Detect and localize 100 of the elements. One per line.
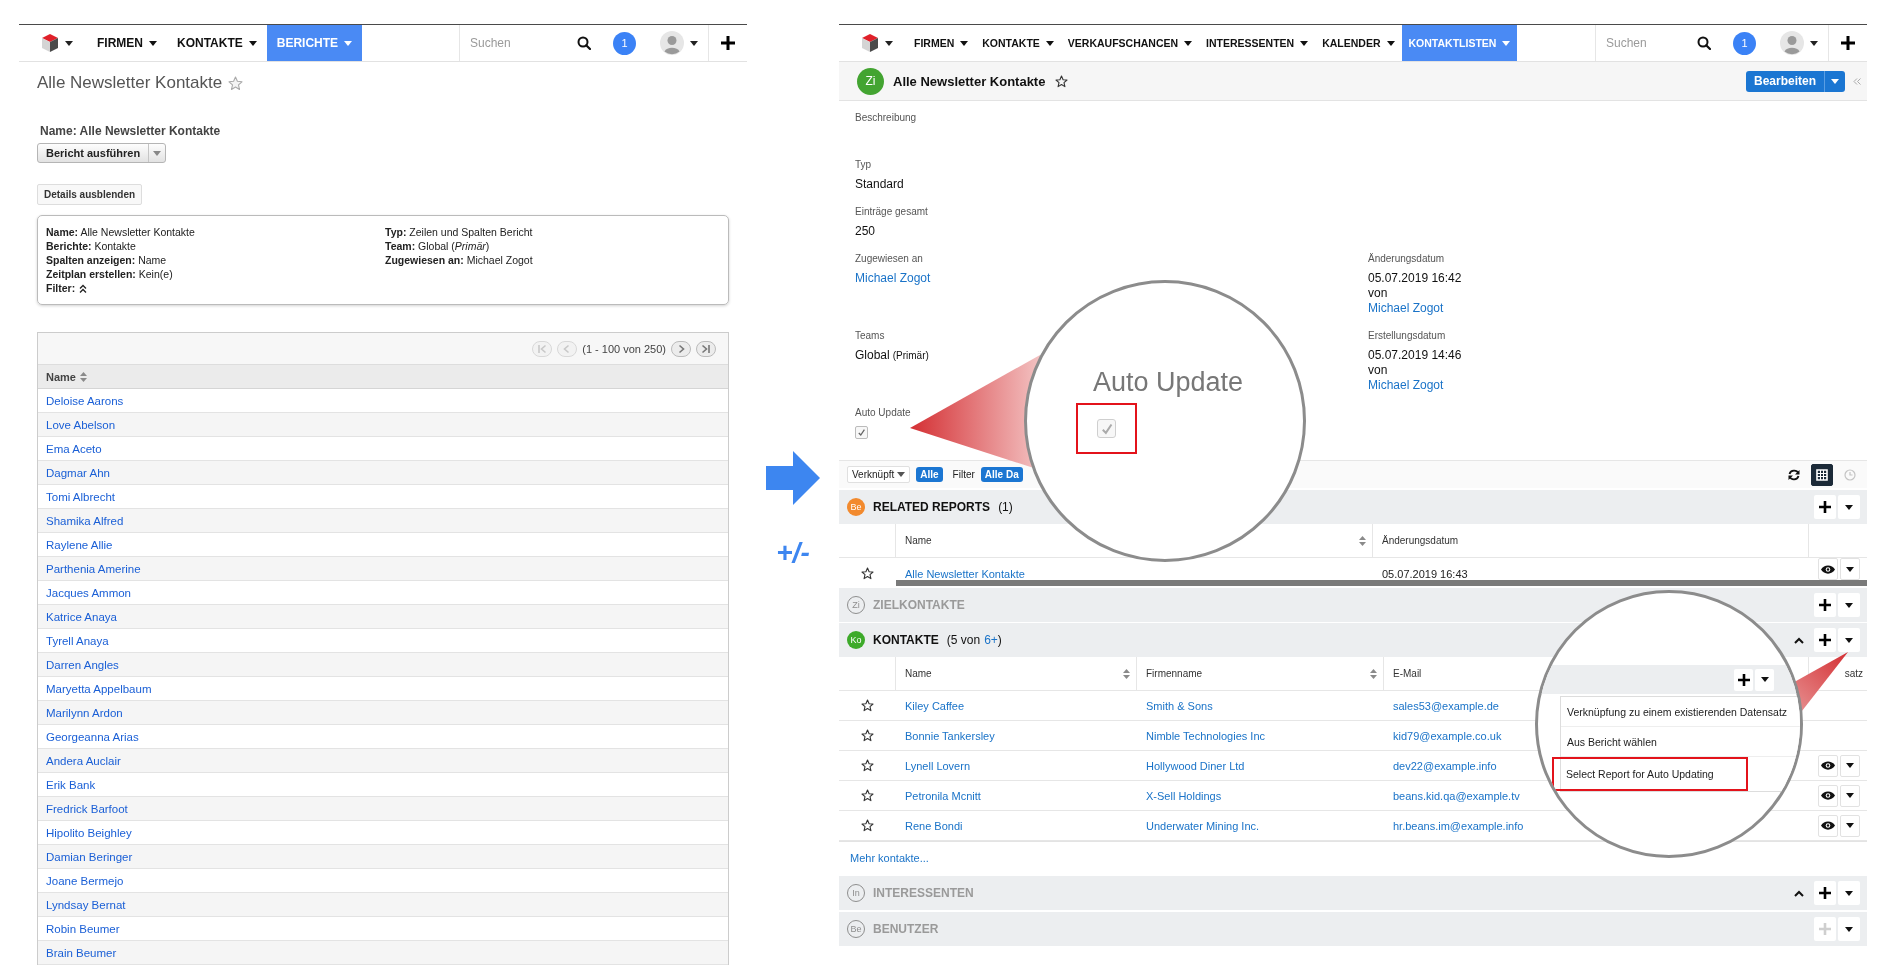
contact-link[interactable]: Deloise Aarons xyxy=(46,394,124,407)
edit-split-button[interactable]: Bearbeiten xyxy=(1745,70,1845,92)
column-header[interactable]: Name xyxy=(46,370,87,383)
record-link[interactable]: Petronila Mcnitt xyxy=(905,789,981,802)
row-menu-button[interactable] xyxy=(1840,558,1860,580)
search-field[interactable]: Suchen xyxy=(470,36,571,50)
contact-link[interactable]: Shamika Alfred xyxy=(46,514,124,527)
linked-value-tag[interactable]: Alle xyxy=(916,467,943,482)
contact-link[interactable]: Maryetta Appelbaum xyxy=(46,682,152,695)
menu-item[interactable]: Aus Bericht wählen xyxy=(1561,727,1800,757)
nav-tab[interactable]: VERKAUFSCHANCEN xyxy=(1060,25,1200,61)
column-header[interactable]: Änderungsdatum xyxy=(1382,535,1459,546)
record-link[interactable]: X-Sell Holdings xyxy=(1146,789,1222,802)
nav-tab[interactable]: FIRMEN xyxy=(907,25,976,61)
dropdown-button[interactable] xyxy=(1838,628,1860,652)
user-link[interactable]: Michael Zogot xyxy=(855,271,931,286)
record-link[interactable]: Smith & Sons xyxy=(1146,699,1213,712)
contact-link[interactable]: Erik Bank xyxy=(46,778,96,791)
linked-filter-button[interactable]: Verknüpft xyxy=(847,466,911,483)
preview-button[interactable] xyxy=(1818,558,1838,580)
notification-badge[interactable]: 1 xyxy=(1733,31,1756,55)
contact-link[interactable]: Ema Aceto xyxy=(46,442,102,455)
dropdown-button[interactable] xyxy=(1838,495,1860,519)
record-link[interactable]: Underwater Mining Inc. xyxy=(1146,819,1260,832)
record-link[interactable]: Nimble Technologies Inc xyxy=(1146,729,1266,742)
contact-link[interactable]: Joane Bermejo xyxy=(46,874,124,887)
contact-link[interactable]: Tyrell Anaya xyxy=(46,634,109,647)
contact-link[interactable]: Robin Beumer xyxy=(46,922,120,935)
dropdown-button[interactable] xyxy=(1838,881,1860,905)
run-report-button[interactable]: Bericht ausführen xyxy=(38,144,149,162)
split-button[interactable]: Bericht ausführen xyxy=(37,143,167,163)
add-button[interactable] xyxy=(1814,495,1836,519)
record-link[interactable]: hr.beans.im@example.info xyxy=(1393,819,1524,832)
menu-item[interactable]: Select Report for Auto Updating xyxy=(1552,757,1748,791)
record-link[interactable]: Lynell Lovern xyxy=(905,759,971,772)
next-page-icon[interactable] xyxy=(671,340,691,357)
add-button[interactable] xyxy=(1814,593,1836,617)
contact-link[interactable]: Georgeanna Arias xyxy=(46,730,139,743)
count-link[interactable]: 6+ xyxy=(984,633,998,647)
contact-link[interactable]: Raylene Allie xyxy=(46,538,113,551)
checkbox[interactable] xyxy=(1097,419,1116,438)
nav-tab[interactable]: KONTAKTE xyxy=(167,25,267,61)
record-link[interactable]: Alle Newsletter Kontakte xyxy=(905,568,1025,580)
horizontal-scrollbar[interactable] xyxy=(896,580,1867,586)
notification-badge[interactable]: 1 xyxy=(613,31,636,55)
dropdown-button[interactable] xyxy=(1838,593,1860,617)
add-button[interactable] xyxy=(1814,881,1836,905)
search-field[interactable]: Suchen xyxy=(1606,36,1691,50)
record-link[interactable]: Kiley Caffee xyxy=(905,699,965,712)
contact-link[interactable]: Katrice Anaya xyxy=(46,610,117,623)
user-link[interactable]: Michael Zogot xyxy=(1368,378,1444,393)
record-link[interactable]: dev22@example.info xyxy=(1393,759,1497,772)
menu-item[interactable]: Verknüpfung zu einem existierenden Datensatz xyxy=(1561,697,1800,727)
dropdown-button[interactable] xyxy=(1838,917,1860,941)
contact-link[interactable]: Fredrick Barfoot xyxy=(46,802,128,815)
chevron-up-icon[interactable] xyxy=(1794,636,1804,644)
contact-link[interactable]: Marilynn Ardon xyxy=(46,706,123,719)
row-menu-button[interactable] xyxy=(1840,754,1860,777)
user-link[interactable]: Michael Zogot xyxy=(1368,301,1444,316)
table-view-button[interactable] xyxy=(1811,463,1833,486)
details-toggle-button[interactable]: Details ausblenden xyxy=(37,184,143,205)
filter-value-tag[interactable]: Alle Da xyxy=(980,467,1023,482)
nav-tab[interactable]: KONTAKTE xyxy=(975,25,1061,61)
column-header[interactable]: satz xyxy=(1844,668,1863,679)
record-link[interactable]: Rene Bondi xyxy=(905,819,963,832)
section-title[interactable]: RELATED REPORTS xyxy=(873,500,991,514)
nav-tab[interactable]: KALENDER xyxy=(1315,25,1402,61)
row-menu-button[interactable] xyxy=(1840,814,1860,837)
nav-tab[interactable]: KONTAKTLISTEN xyxy=(1401,25,1518,61)
section-title[interactable]: KONTAKTE xyxy=(873,633,939,647)
dropdown-button[interactable] xyxy=(1755,668,1774,691)
record-link[interactable]: Hollywood Diner Ltd xyxy=(1146,759,1245,772)
nav-tab[interactable]: FIRMEN xyxy=(87,25,167,61)
preview-button[interactable] xyxy=(1818,784,1838,807)
nav-tab[interactable]: BERICHTE xyxy=(266,25,363,61)
contact-link[interactable]: Lyndsay Bernat xyxy=(46,898,126,911)
add-button[interactable] xyxy=(1814,628,1836,652)
nav-tab[interactable]: INTERESSENTEN xyxy=(1199,25,1316,61)
more-link[interactable]: Mehr kontakte... xyxy=(850,852,929,864)
contact-link[interactable]: Damian Beringer xyxy=(46,850,133,863)
column-header[interactable]: E-Mail xyxy=(1393,668,1422,679)
column-header[interactable]: Name xyxy=(905,668,932,679)
record-link[interactable]: Bonnie Tankersley xyxy=(905,729,995,742)
contact-link[interactable]: Parthenia Amerine xyxy=(46,562,141,575)
preview-button[interactable] xyxy=(1818,814,1838,837)
add-button[interactable] xyxy=(1734,668,1753,691)
contact-link[interactable]: Jacques Ammon xyxy=(46,586,131,599)
last-page-icon[interactable] xyxy=(696,340,716,357)
contact-link[interactable]: Andera Auclair xyxy=(46,754,121,767)
contact-link[interactable]: Brain Beumer xyxy=(46,946,117,959)
record-link[interactable]: beans.kid.qa@example.tv xyxy=(1393,789,1520,802)
contact-link[interactable]: Tomi Albrecht xyxy=(46,490,116,503)
record-link[interactable]: kid79@example.co.uk xyxy=(1393,729,1502,742)
contact-link[interactable]: Love Abelson xyxy=(46,418,116,431)
search-icon[interactable] xyxy=(577,36,591,50)
chevron-up-icon[interactable] xyxy=(1794,889,1804,897)
record-link[interactable]: sales53@example.de xyxy=(1393,699,1499,712)
preview-button[interactable] xyxy=(1818,754,1838,777)
contact-link[interactable]: Dagmar Ahn xyxy=(46,466,110,479)
checkbox[interactable] xyxy=(855,426,868,439)
